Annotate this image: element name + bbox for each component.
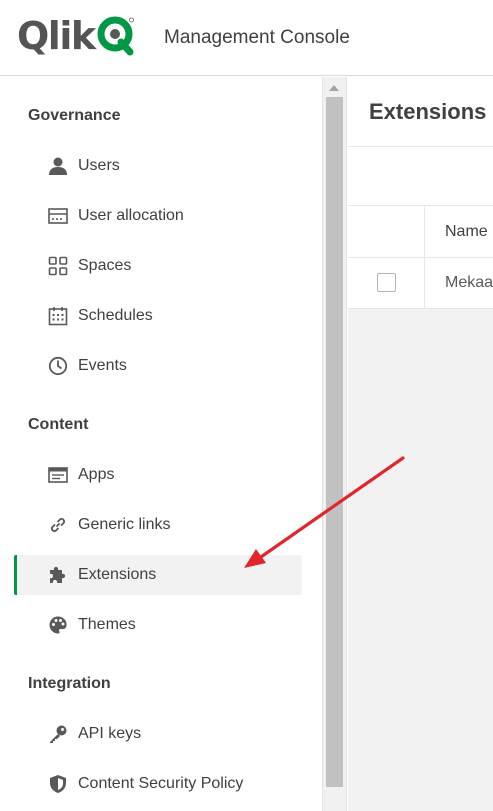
table-row[interactable]: Mekaa — [348, 258, 493, 309]
column-divider — [424, 258, 425, 308]
section-title-integration: Integration — [28, 675, 111, 692]
puzzle-icon — [47, 564, 69, 586]
spaces-icon — [47, 255, 69, 277]
column-header-name[interactable]: Name — [445, 223, 488, 241]
table-header-row: Name — [348, 206, 493, 258]
clock-icon — [47, 355, 69, 377]
sidebar-item-label: Users — [78, 157, 120, 174]
section-title-governance: Governance — [28, 107, 121, 124]
sidebar-item-label: Generic links — [78, 516, 171, 533]
shield-icon — [47, 773, 69, 795]
scroll-up-arrow-icon[interactable] — [329, 85, 339, 91]
apps-icon — [47, 464, 69, 486]
user-icon — [47, 155, 69, 177]
sidebar-item-themes[interactable]: Themes — [14, 605, 302, 645]
top-header: Qlik Management Console — [0, 0, 493, 76]
sidebar-item-content-security-policy[interactable]: Content Security Policy — [14, 764, 302, 804]
row-select-checkbox[interactable] — [377, 273, 396, 292]
sidebar-item-extensions[interactable]: Extensions — [14, 555, 302, 595]
sidebar-item-events[interactable]: Events — [14, 346, 302, 386]
sidebar: Governance Users User allocation Spaces … — [0, 77, 322, 811]
column-divider — [424, 206, 425, 257]
user-allocation-icon — [47, 205, 69, 227]
sidebar-item-api-keys[interactable]: API keys — [14, 714, 302, 754]
sidebar-item-label: Spaces — [78, 257, 132, 274]
sidebar-item-generic-links[interactable]: Generic links — [14, 505, 302, 545]
sidebar-item-label: User allocation — [78, 207, 184, 224]
section-title-content: Content — [28, 416, 89, 433]
link-icon — [47, 514, 69, 536]
sidebar-item-label: Themes — [78, 616, 136, 633]
app-title: Management Console — [164, 27, 350, 48]
sidebar-item-user-allocation[interactable]: User allocation — [14, 196, 302, 236]
calendar-icon — [47, 305, 69, 327]
main-content: Extensions Name Mekaa — [348, 77, 493, 811]
sidebar-item-schedules[interactable]: Schedules — [14, 296, 302, 336]
qlik-logo[interactable]: Qlik — [17, 14, 135, 58]
page-title: Extensions — [369, 99, 487, 124]
sidebar-item-label: Extensions — [78, 566, 157, 583]
sidebar-scrollbar[interactable] — [322, 77, 347, 811]
qlik-q-logo-icon — [97, 16, 134, 56]
sidebar-item-label: Content Security Policy — [78, 775, 244, 792]
sidebar-item-label: Schedules — [78, 307, 153, 324]
table-toolbar — [348, 147, 493, 206]
sidebar-item-apps[interactable]: Apps — [14, 455, 302, 495]
palette-icon — [47, 614, 69, 636]
sidebar-item-label: API keys — [78, 725, 142, 742]
logo-wordmark: Qlik — [17, 14, 96, 58]
key-icon — [47, 723, 69, 745]
sidebar-item-users[interactable]: Users — [14, 146, 302, 186]
sidebar-item-label: Apps — [78, 466, 115, 483]
sidebar-item-label: Events — [78, 357, 127, 374]
row-name-cell: Mekaa — [445, 274, 493, 291]
sidebar-item-spaces[interactable]: Spaces — [14, 246, 302, 286]
main-header: Extensions — [348, 77, 493, 147]
scrollbar-thumb[interactable] — [326, 97, 343, 787]
